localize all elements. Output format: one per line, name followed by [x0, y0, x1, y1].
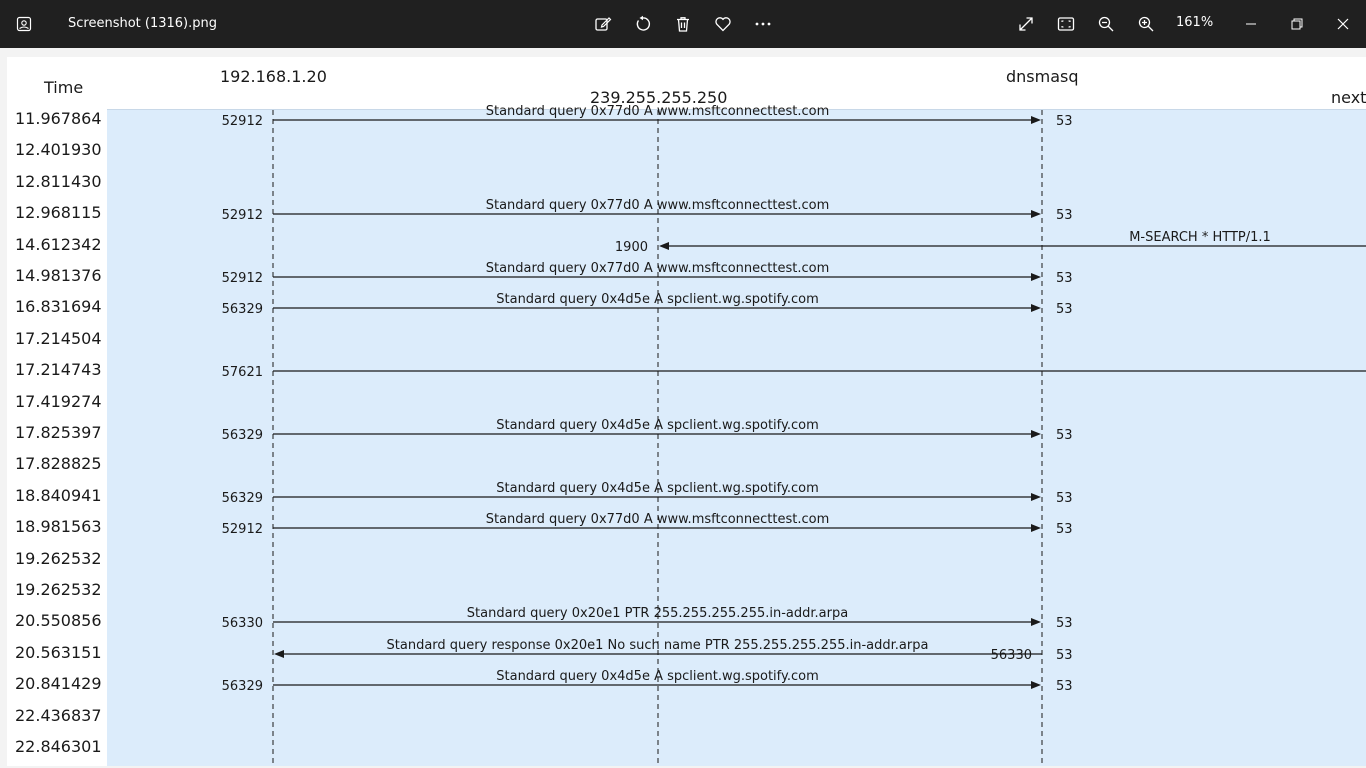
src-port-label: 56329: [222, 302, 263, 317]
arrow-head: [1031, 430, 1041, 438]
packet-label: Standard query 0x4d5e A spclient.wg.spot…: [496, 481, 819, 496]
arrow-head: [1031, 493, 1041, 501]
minimize-icon[interactable]: [1239, 12, 1263, 36]
packet-label: M-SEARCH * HTTP/1.1: [1129, 230, 1271, 245]
src-port-label: 56329: [222, 428, 263, 443]
zoom-in-icon[interactable]: [1134, 12, 1158, 36]
src-port-label: 52912: [222, 114, 263, 129]
arrow-head: [1031, 618, 1041, 626]
src-port-label: 1900: [615, 240, 648, 255]
packet-label: Standard query 0x77d0 A www.msftconnectt…: [486, 261, 830, 276]
packet-label: Standard query 0x4d5e A spclient.wg.spot…: [496, 669, 819, 684]
src-port-label: 52912: [222, 271, 263, 286]
packet-label: Standard query 0x77d0 A www.msftconnectt…: [486, 198, 830, 213]
dst-port-label: 53: [1056, 491, 1073, 506]
zoom-out-icon[interactable]: [1094, 12, 1118, 36]
arrow-head: [1031, 210, 1041, 218]
arrow-head: [1031, 524, 1041, 532]
arrow-head: [1031, 681, 1041, 689]
packet-label: Standard query 0x4d5e A spclient.wg.spot…: [496, 292, 819, 307]
packet-label: Standard query 0x77d0 A www.msftconnectt…: [486, 512, 830, 527]
dst-port-label: 53: [1056, 616, 1073, 631]
close-icon[interactable]: [1331, 12, 1355, 36]
fit-icon[interactable]: [1054, 12, 1078, 36]
delete-icon[interactable]: [671, 12, 695, 36]
window-title: Screenshot (1316).png: [68, 16, 217, 31]
src-port-label: 56330: [991, 648, 1032, 663]
restore-icon[interactable]: [1285, 12, 1309, 36]
edit-icon[interactable]: [591, 12, 615, 36]
favorite-icon[interactable]: [711, 12, 735, 36]
dst-port-label: 53: [1056, 208, 1073, 223]
fullscreen-icon[interactable]: [1014, 12, 1038, 36]
title-bar: Screenshot (1316).png 161%: [0, 0, 1366, 48]
dst-port-label: 53: [1056, 271, 1073, 286]
rotate-icon[interactable]: [631, 12, 655, 36]
arrow-head: [659, 242, 669, 250]
flow-graph: 52912 53 Standard query 0x77d0 A www.msftc…: [222, 104, 1366, 766]
dst-port-label: 53: [1056, 522, 1073, 537]
arrow-head: [274, 650, 284, 658]
packet-label: Standard query 0x4d5e A spclient.wg.spot…: [496, 418, 819, 433]
arrow-head: [1031, 116, 1041, 124]
dst-port-label: 53: [1056, 114, 1073, 129]
more-icon[interactable]: [751, 12, 775, 36]
dst-port-label: 53: [1056, 679, 1073, 694]
src-port-label: 52912: [222, 522, 263, 537]
src-port-label: 56329: [222, 491, 263, 506]
packet-label: Standard query response 0x20e1 No such n…: [387, 638, 929, 653]
arrow-head: [1031, 304, 1041, 312]
dst-port-label: 53: [1056, 302, 1073, 317]
dst-port-label: 53: [1056, 648, 1073, 663]
dst-port-label: 53: [1056, 428, 1073, 443]
image-viewport[interactable]: Time 192.168.1.20 239.255.255.250 dnsmas…: [7, 57, 1366, 766]
src-port-label: 57621: [222, 365, 263, 380]
arrow-head: [1031, 273, 1041, 281]
packet-label: Standard query 0x77d0 A www.msftconnectt…: [486, 104, 830, 119]
zoom-level[interactable]: 161%: [1176, 15, 1213, 30]
src-port-label: 56329: [222, 679, 263, 694]
photos-app-icon[interactable]: [12, 12, 36, 36]
src-port-label: 56330: [222, 616, 263, 631]
src-port-label: 52912: [222, 208, 263, 223]
packet-label: Standard query 0x20e1 PTR 255.255.255.25…: [467, 606, 848, 621]
